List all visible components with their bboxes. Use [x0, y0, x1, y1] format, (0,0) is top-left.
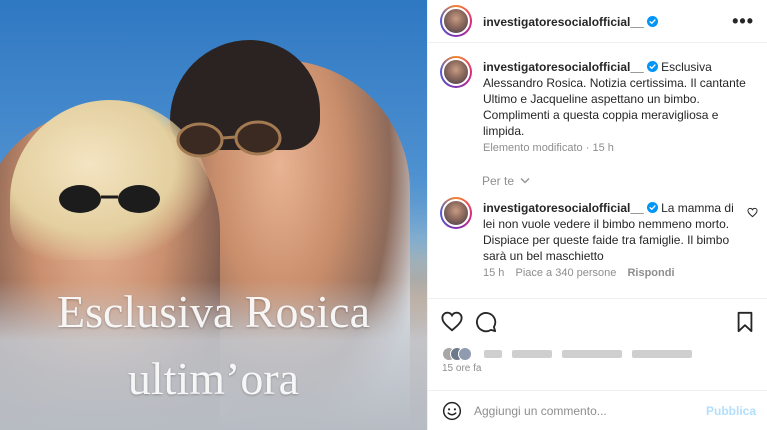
- caption-meta: Elemento modificato · 15 h: [483, 142, 614, 154]
- comment-input[interactable]: [474, 401, 694, 421]
- publish-button[interactable]: Pubblica: [706, 404, 756, 418]
- verified-badge-icon: [646, 202, 658, 213]
- comment-username[interactable]: investigatoresocialofficial__: [483, 201, 644, 215]
- more-options-button[interactable]: •••: [732, 11, 754, 32]
- like-heart-icon[interactable]: [441, 311, 463, 333]
- liked-by-row[interactable]: [442, 347, 692, 361]
- reply-button[interactable]: Rispondi: [627, 267, 674, 279]
- avatar[interactable]: [440, 5, 472, 37]
- blurred-text: [562, 350, 622, 358]
- blurred-text: [512, 350, 552, 358]
- caption-text-block: investigatoresocialofficial__ Esclusiva …: [483, 59, 753, 139]
- header-username[interactable]: investigatoresocialofficial__: [483, 15, 644, 29]
- blurred-text: [632, 350, 692, 358]
- liker-avatars: [442, 347, 472, 361]
- avatar[interactable]: [440, 197, 472, 229]
- comment-meta: 15 h Piace a 340 persone Rispondi: [483, 267, 683, 279]
- comment-time[interactable]: 15 h: [483, 267, 504, 279]
- for-you-label: Per te: [482, 174, 515, 188]
- avatar[interactable]: [440, 56, 472, 88]
- bookmark-icon[interactable]: [734, 311, 756, 333]
- for-you-toggle[interactable]: Per te: [482, 174, 530, 188]
- avatar: [458, 347, 472, 361]
- image-overlay-line-2: ultim’ora: [127, 353, 300, 404]
- comment-likes[interactable]: Piace a 340 persone: [515, 267, 616, 279]
- sunglasses-left: [59, 185, 160, 213]
- verified-badge-icon: [646, 16, 658, 27]
- post-image[interactable]: Esclusiva Rosica ultim’ora: [0, 0, 427, 430]
- comment-like-heart-icon[interactable]: [747, 207, 758, 218]
- post-sidebar: investigatoresocialofficial__ ••• invest…: [427, 0, 767, 430]
- post-time-ago[interactable]: 15 ore fa: [442, 363, 481, 374]
- comment-text-block: investigatoresocialofficial__ La mamma d…: [483, 200, 743, 264]
- image-overlay-line-1: Esclusiva Rosica: [57, 286, 370, 337]
- chevron-down-icon: [520, 178, 530, 184]
- sunglasses-right: [176, 120, 282, 158]
- emoji-smiley-icon[interactable]: [442, 401, 462, 421]
- header-username-wrapper: investigatoresocialofficial__: [483, 15, 658, 29]
- verified-badge-icon: [646, 61, 658, 72]
- action-bar: [428, 298, 767, 348]
- comment-bubble-icon[interactable]: [475, 311, 497, 333]
- instagram-post: Esclusiva Rosica ultim’ora investigatore…: [0, 0, 767, 430]
- caption-time[interactable]: 15 h: [592, 142, 613, 154]
- post-header: investigatoresocialofficial__ •••: [428, 0, 767, 43]
- add-comment-bar: Pubblica: [428, 390, 767, 430]
- edited-label: Elemento modificato: [483, 142, 583, 154]
- blurred-text: [484, 350, 502, 358]
- caption-username[interactable]: investigatoresocialofficial__: [483, 60, 644, 74]
